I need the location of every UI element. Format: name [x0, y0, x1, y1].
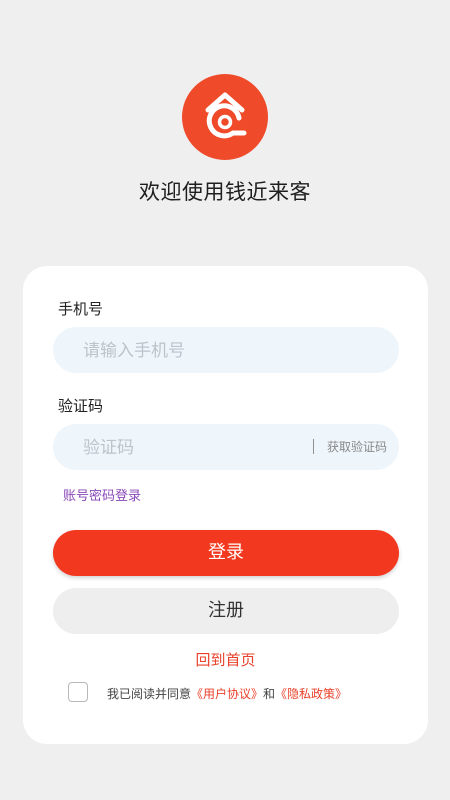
privacy-policy-link[interactable]: 《隐私政策》 [275, 687, 347, 701]
code-divider [313, 439, 314, 454]
login-button[interactable]: 登录 [53, 530, 399, 576]
agreement-row: 我已阅读并同意《用户协议》和《隐私政策》 [68, 682, 408, 704]
welcome-title: 欢迎使用钱近来客 [139, 180, 311, 204]
phone-label: 手机号 [58, 300, 104, 318]
register-button[interactable]: 注册 [53, 588, 399, 634]
agreement-connector: 和 [263, 687, 276, 701]
agreement-checkbox[interactable] [68, 682, 88, 702]
code-label: 验证码 [58, 397, 104, 415]
code-field[interactable]: 获取验证码 [53, 424, 399, 472]
code-input[interactable] [81, 424, 285, 472]
back-home-link[interactable]: 回到首页 [23, 649, 428, 670]
agreement-text: 我已阅读并同意《用户协议》和《隐私政策》 [107, 685, 347, 702]
password-login-link[interactable]: 账号密码登录 [63, 485, 141, 504]
get-code-button[interactable]: 获取验证码 [327, 438, 387, 455]
login-card: 手机号 验证码 获取验证码 账号密码登录 登录 注册 回到首页 我已阅读并同意《… [23, 266, 428, 744]
phone-field[interactable] [53, 327, 399, 375]
login-screen: 欢迎使用钱近来客 手机号 验证码 获取验证码 账号密码登录 登录 注册 回到首页… [0, 0, 450, 800]
agreement-prefix: 我已阅读并同意 [107, 687, 192, 701]
app-logo-icon [182, 74, 268, 160]
phone-input[interactable] [81, 327, 385, 375]
user-agreement-link[interactable]: 《用户协议》 [191, 687, 263, 701]
